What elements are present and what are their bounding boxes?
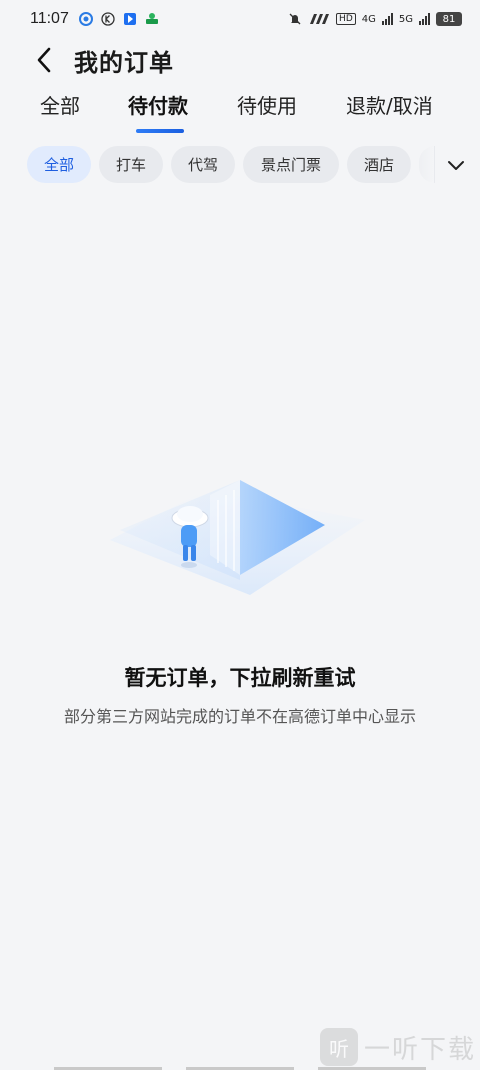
status-left: 11:07 bbox=[30, 10, 159, 28]
back-button[interactable] bbox=[24, 40, 64, 80]
k-app-icon bbox=[101, 12, 115, 26]
hd-badge: HD bbox=[336, 13, 356, 25]
chevron-down-icon bbox=[448, 161, 464, 170]
map-app-icon bbox=[123, 12, 137, 26]
bottom-gesture-bar bbox=[0, 1066, 480, 1070]
browser-app-icon bbox=[78, 12, 93, 26]
chevron-left-icon bbox=[37, 47, 51, 73]
status-bar: 11:07 HD 4G 5G 81 bbox=[0, 0, 480, 38]
network-label-4g: 4G bbox=[361, 13, 376, 25]
tab-all[interactable]: 全部 bbox=[40, 90, 80, 119]
chip-hotel[interactable]: 酒店 bbox=[347, 146, 411, 183]
chips-fade bbox=[410, 146, 434, 184]
status-time: 11:07 bbox=[30, 10, 69, 27]
battery-indicator: 81 bbox=[436, 12, 462, 26]
watermark-icon: 听 bbox=[320, 1028, 358, 1066]
active-tab-indicator bbox=[136, 129, 184, 133]
tab-refund-cancel[interactable]: 退款/取消 bbox=[346, 90, 433, 119]
tab-to-use[interactable]: 待使用 bbox=[237, 90, 297, 119]
category-chips: 全部 打车 代驾 景点门票 酒店 bbox=[0, 146, 480, 184]
watermark-logo: 听 一听下载 bbox=[320, 1024, 480, 1070]
order-status-tabs: 全部 待付款 待使用 退款/取消 bbox=[0, 90, 480, 134]
nav-bar: 我的订单 bbox=[0, 38, 480, 82]
tab-pending-payment[interactable]: 待付款 bbox=[128, 90, 188, 119]
signal-icon bbox=[381, 13, 393, 25]
chip-attraction-tickets[interactable]: 景点门票 bbox=[243, 146, 339, 183]
signal-icon-2 bbox=[419, 13, 430, 25]
car-app-icon bbox=[145, 12, 159, 26]
status-right: HD 4G 5G 81 bbox=[288, 12, 462, 26]
nfc-icon bbox=[308, 12, 330, 26]
watermark-text: 一听下载 bbox=[364, 1034, 477, 1065]
empty-state-title: 暂无订单，下拉刷新重试 bbox=[124, 666, 356, 690]
chip-taxi[interactable]: 打车 bbox=[99, 146, 163, 183]
empty-state-description: 部分第三方网站完成的订单不在高德订单中心显示 bbox=[63, 707, 416, 726]
expand-categories-button[interactable] bbox=[441, 150, 471, 180]
page-title: 我的订单 bbox=[74, 48, 174, 77]
chip-all[interactable]: 全部 bbox=[27, 146, 91, 183]
chip-chauffeur[interactable]: 代驾 bbox=[171, 146, 235, 183]
mute-icon bbox=[288, 12, 302, 26]
network-label-5g: 5G bbox=[398, 13, 413, 25]
empty-state-illustration bbox=[110, 445, 370, 615]
